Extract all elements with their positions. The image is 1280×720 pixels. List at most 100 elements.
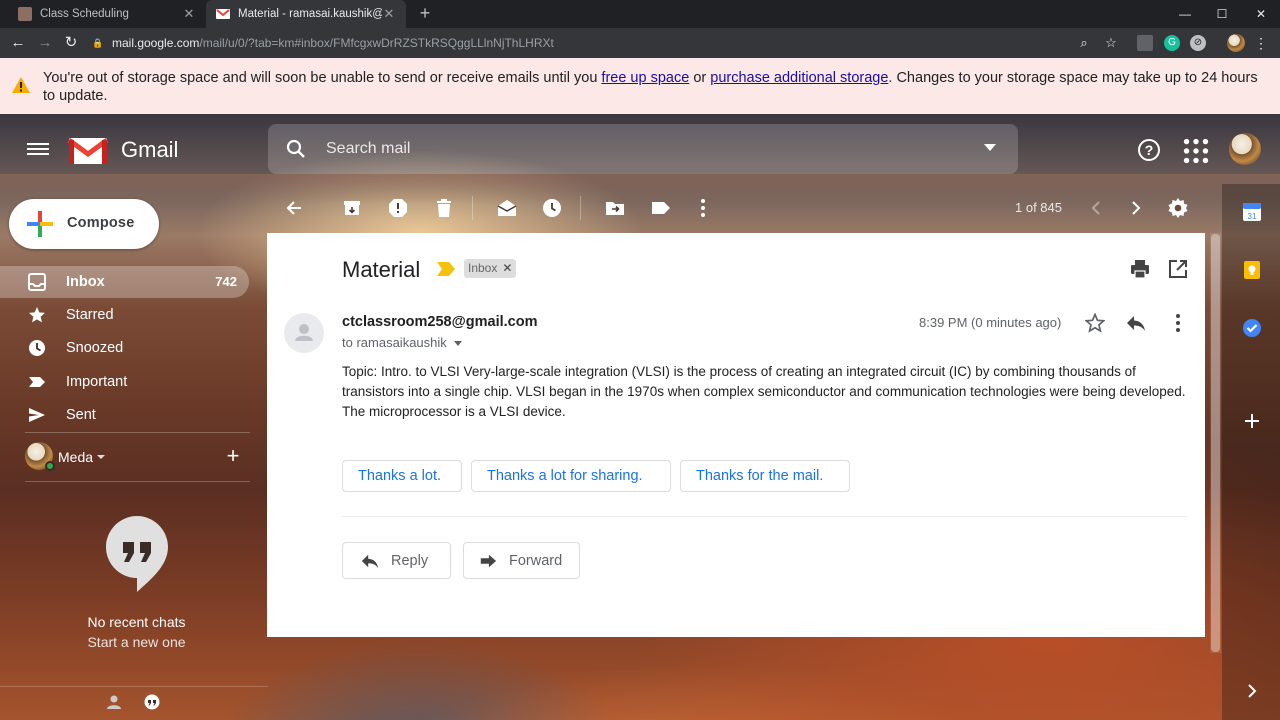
settings-gear-icon[interactable] xyxy=(1168,198,1188,218)
chrome-profile-avatar[interactable] xyxy=(1227,34,1245,52)
start-new-chat-link[interactable]: Start a new one xyxy=(0,634,273,650)
important-marker-icon[interactable] xyxy=(437,262,455,276)
gmail-wordmark: Gmail xyxy=(121,137,179,162)
back-to-inbox-icon[interactable] xyxy=(284,198,304,218)
forward-button[interactable]: Forward xyxy=(463,542,580,579)
message-pane: Material Inbox ✕ ctclassroom258@gmail.co… xyxy=(267,233,1205,637)
more-options-icon[interactable] xyxy=(693,198,713,218)
sidebar-item-inbox[interactable]: Inbox 742 xyxy=(0,266,249,298)
add-chat-icon[interactable]: + xyxy=(225,445,241,467)
message-timestamp: 8:39 PM (0 minutes ago) xyxy=(919,315,1062,330)
sidebar-item-sent[interactable]: Sent xyxy=(0,399,249,431)
label-tag-icon[interactable] xyxy=(651,198,671,218)
svg-text:31: 31 xyxy=(1248,212,1257,221)
compose-label: Compose xyxy=(67,215,135,231)
banner-text: You're out of storage space and will soo… xyxy=(43,70,602,86)
default-person-icon xyxy=(295,324,313,341)
contacts-person-icon[interactable] xyxy=(106,694,122,710)
hangouts-user-name[interactable]: Meda xyxy=(58,449,93,465)
compose-button[interactable]: Compose xyxy=(9,199,159,249)
gmail-favicon-icon xyxy=(216,7,230,21)
sender-avatar[interactable] xyxy=(284,313,324,353)
snooze-clock-icon[interactable] xyxy=(542,198,562,218)
search-input[interactable] xyxy=(326,137,926,161)
account-avatar[interactable] xyxy=(1229,133,1261,165)
sidebar-item-starred[interactable]: Starred xyxy=(0,299,249,331)
sidebar-item-label: Sent xyxy=(66,407,96,423)
inbox-unread-count: 742 xyxy=(215,274,237,289)
scrollbar-thumb[interactable] xyxy=(1211,234,1220,652)
tab-close-icon[interactable]: ✕ xyxy=(382,6,396,22)
forward-arrow-icon[interactable]: → xyxy=(36,34,54,52)
maximize-icon[interactable]: ☐ xyxy=(1203,0,1241,28)
back-arrow-icon[interactable]: ← xyxy=(9,34,27,52)
browser-tab-gmail[interactable]: Material - ramasai.kaushik@gmai ✕ xyxy=(206,0,406,28)
sidebar-item-label: Inbox xyxy=(66,274,105,290)
browser-tab-strip: Class Scheduling ✕ Material - ramasai.ka… xyxy=(0,0,1280,28)
important-icon xyxy=(29,377,45,387)
free-up-space-link[interactable]: free up space xyxy=(601,70,689,86)
extension-block-icon[interactable]: ⊘ xyxy=(1190,35,1206,51)
open-new-window-icon[interactable] xyxy=(1168,259,1188,279)
grammarly-icon[interactable]: G xyxy=(1164,35,1180,51)
search-options-icon[interactable] xyxy=(984,144,996,151)
hangouts-user-avatar[interactable] xyxy=(25,442,55,471)
bookmark-star-icon[interactable]: ☆ xyxy=(1103,35,1119,51)
hangouts-chat-icon[interactable] xyxy=(144,694,160,710)
sender-email[interactable]: ctclassroom258@gmail.com xyxy=(342,314,537,330)
help-icon[interactable]: ? xyxy=(1136,137,1162,163)
chevron-down-icon[interactable] xyxy=(97,455,105,459)
smart-reply-button[interactable]: Thanks a lot. xyxy=(342,460,462,492)
main-menu-icon[interactable] xyxy=(27,140,49,160)
new-tab-icon[interactable]: + xyxy=(416,4,434,22)
search-icon[interactable] xyxy=(286,139,306,159)
url-host: mail.google.com xyxy=(112,36,200,50)
sidebar-item-important[interactable]: Important xyxy=(0,366,249,398)
minimize-icon[interactable]: — xyxy=(1166,0,1204,28)
tasks-icon[interactable] xyxy=(1242,318,1262,338)
lock-icon: 🔒 xyxy=(92,38,104,48)
keep-icon[interactable] xyxy=(1242,260,1262,280)
reload-icon[interactable]: ↻ xyxy=(62,34,80,52)
compose-plus-icon xyxy=(27,211,53,237)
get-addons-plus-icon[interactable] xyxy=(1242,411,1262,431)
mark-unread-icon[interactable] xyxy=(497,198,517,218)
sidebar-item-label: Snoozed xyxy=(66,340,124,356)
remove-label-icon[interactable]: ✕ xyxy=(502,259,512,278)
smart-reply-button[interactable]: Thanks for the mail. xyxy=(680,460,850,492)
older-chevron-icon[interactable] xyxy=(1126,198,1146,218)
print-icon[interactable] xyxy=(1130,259,1150,279)
toolbar-divider xyxy=(472,196,473,220)
sidebar-divider xyxy=(25,432,250,433)
svg-text:?: ? xyxy=(1145,142,1154,158)
sidebar-item-snoozed[interactable]: Snoozed xyxy=(0,332,249,364)
clock-icon xyxy=(29,340,45,356)
reply-arrow-icon[interactable] xyxy=(1126,313,1146,333)
star-outline-icon[interactable] xyxy=(1085,313,1105,333)
extension-icon[interactable] xyxy=(1137,35,1153,51)
reply-button[interactable]: Reply xyxy=(342,542,451,579)
purchase-storage-link[interactable]: purchase additional storage xyxy=(710,70,888,86)
calendar-icon[interactable]: 31 xyxy=(1242,202,1262,222)
chrome-menu-icon[interactable]: ⋮ xyxy=(1253,35,1269,51)
delete-trash-icon[interactable] xyxy=(434,198,454,218)
zoom-icon[interactable]: ⌕ xyxy=(1076,35,1092,51)
banner-text: or xyxy=(689,70,711,86)
show-details-chevron-icon[interactable] xyxy=(453,341,462,347)
browser-tab-class-scheduling[interactable]: Class Scheduling ✕ xyxy=(8,0,206,28)
sidebar-divider xyxy=(25,481,250,482)
email-subject: Material xyxy=(342,257,421,282)
window-close-icon[interactable]: ✕ xyxy=(1242,0,1280,28)
tab-close-icon[interactable]: ✕ xyxy=(182,6,196,22)
move-to-folder-icon[interactable] xyxy=(605,198,625,218)
smart-reply-button[interactable]: Thanks a lot for sharing. xyxy=(471,460,671,492)
message-more-icon[interactable] xyxy=(1168,313,1188,333)
archive-icon[interactable] xyxy=(342,198,362,218)
apps-grid-icon[interactable] xyxy=(1183,138,1209,164)
gmail-logo-icon[interactable] xyxy=(68,136,108,166)
newer-chevron-icon[interactable] xyxy=(1086,198,1106,218)
url-field[interactable]: 🔒 mail.google.com /mail/u/0/?tab=km#inbo… xyxy=(92,31,1132,55)
expand-panel-chevron-icon[interactable] xyxy=(1242,681,1262,701)
warning-icon xyxy=(12,77,30,93)
report-spam-icon[interactable] xyxy=(388,198,408,218)
